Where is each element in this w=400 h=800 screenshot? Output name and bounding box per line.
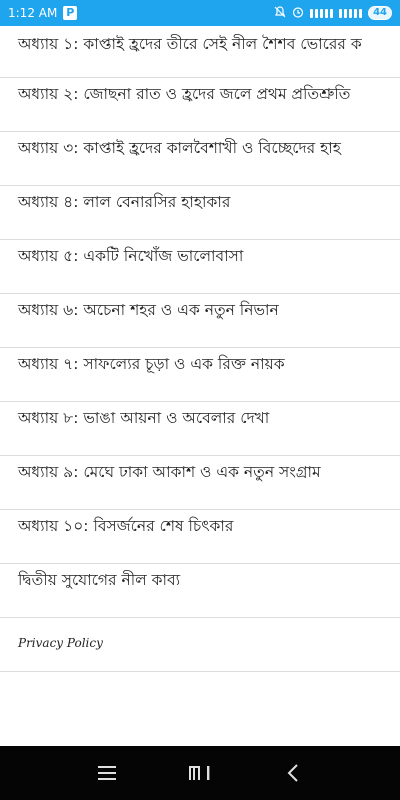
signal-icon bbox=[310, 8, 334, 18]
menu-icon bbox=[97, 766, 116, 780]
back-icon bbox=[287, 764, 299, 782]
chapter-item-2[interactable]: অধ্যায় ২: জোছনা রাত ও হ্রদের জলে প্রথম … bbox=[0, 78, 400, 132]
status-right: 44 bbox=[274, 5, 392, 21]
parking-app-icon: P bbox=[63, 6, 78, 20]
chapter-item-9[interactable]: অধ্যায় ৯: মেঘে ঢাকা আকাশ ও এক নতুন সংগ্… bbox=[0, 456, 400, 510]
status-left: 1:12 AM P bbox=[8, 6, 78, 20]
chapter-item-7[interactable]: অধ্যায় ৭: সাফল্যের চূড়া ও এক রিক্ত নায… bbox=[0, 348, 400, 402]
battery-icon: 44 bbox=[368, 6, 392, 20]
chapter-item-8[interactable]: অধ্যায় ৮: ভাঙা আয়না ও অবেলার দেখা bbox=[0, 402, 400, 456]
menu-button[interactable] bbox=[82, 753, 132, 793]
chapter-item-5[interactable]: অধ্যায় ৫: একটি নিখোঁজ ভালোবাসা bbox=[0, 240, 400, 294]
status-time: 1:12 AM bbox=[8, 6, 58, 20]
chapter-list: অধ্যায় ১: কাপ্তাই হ্রদের তীরে সেই নীল শ… bbox=[0, 26, 400, 672]
alarm-icon bbox=[292, 6, 304, 21]
status-bar: 1:12 AM P 44 bbox=[0, 0, 400, 26]
back-button[interactable] bbox=[268, 753, 318, 793]
chapter-item-4[interactable]: অধ্যায় ৪: লাল বেনারসির হাহাকার bbox=[0, 186, 400, 240]
signal-icon-2 bbox=[339, 8, 363, 18]
navigation-bar bbox=[0, 746, 400, 800]
privacy-policy-link[interactable]: Privacy Policy bbox=[0, 618, 400, 672]
chapter-item-1[interactable]: অধ্যায় ১: কাপ্তাই হ্রদের তীরে সেই নীল শ… bbox=[0, 26, 400, 78]
chapter-item-3[interactable]: অধ্যায় ৩: কাপ্তাই হ্রদের কালবৈশাখী ও বি… bbox=[0, 132, 400, 186]
chapter-item-6[interactable]: অধ্যায় ৬: অচেনা শহর ও এক নতুন নিভান bbox=[0, 294, 400, 348]
mute-icon bbox=[274, 5, 286, 21]
home-icon bbox=[188, 766, 210, 780]
chapter-item-11[interactable]: দ্বিতীয় সুযোগের নীল কাব্য bbox=[0, 564, 400, 618]
home-button[interactable] bbox=[175, 753, 225, 793]
chapter-item-10[interactable]: অধ্যায় ১০: বিসর্জনের শেষ চিৎকার bbox=[0, 510, 400, 564]
